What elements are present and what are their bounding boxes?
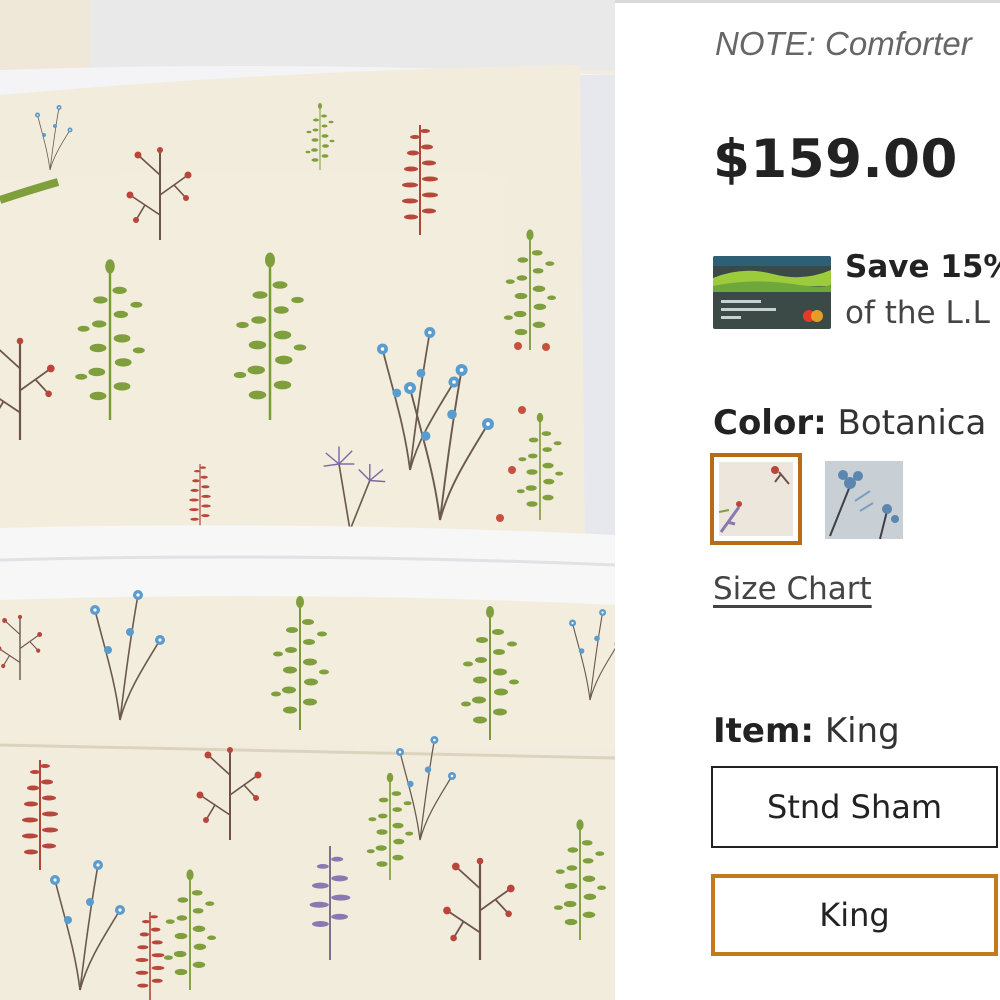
credit-card-icon[interactable]	[713, 256, 831, 329]
product-price: $159.00	[713, 129, 958, 190]
item-option-stnd-sham[interactable]: Stnd Sham	[711, 766, 998, 848]
promo-headline: Save 15%	[845, 249, 1000, 285]
item-option-king[interactable]: King	[711, 874, 998, 956]
product-details-panel: NOTE: Comforter $159.00 Save 15% of the …	[615, 0, 1000, 1000]
item-label: Item:	[713, 711, 814, 751]
color-selection: Color: Botanica	[713, 403, 986, 443]
item-value: King	[824, 711, 900, 751]
promo-subtext: of the L.L	[845, 295, 990, 331]
botanical-blue-swatch[interactable]	[825, 461, 903, 539]
botanical-cream-swatch[interactable]	[710, 453, 802, 545]
color-label: Color:	[713, 403, 827, 443]
product-image[interactable]	[0, 0, 615, 1000]
size-chart-link[interactable]: Size Chart	[713, 571, 872, 607]
item-selection: Item: King	[713, 711, 900, 751]
color-value: Botanica	[837, 403, 987, 443]
comforter-note: NOTE: Comforter	[715, 25, 972, 62]
